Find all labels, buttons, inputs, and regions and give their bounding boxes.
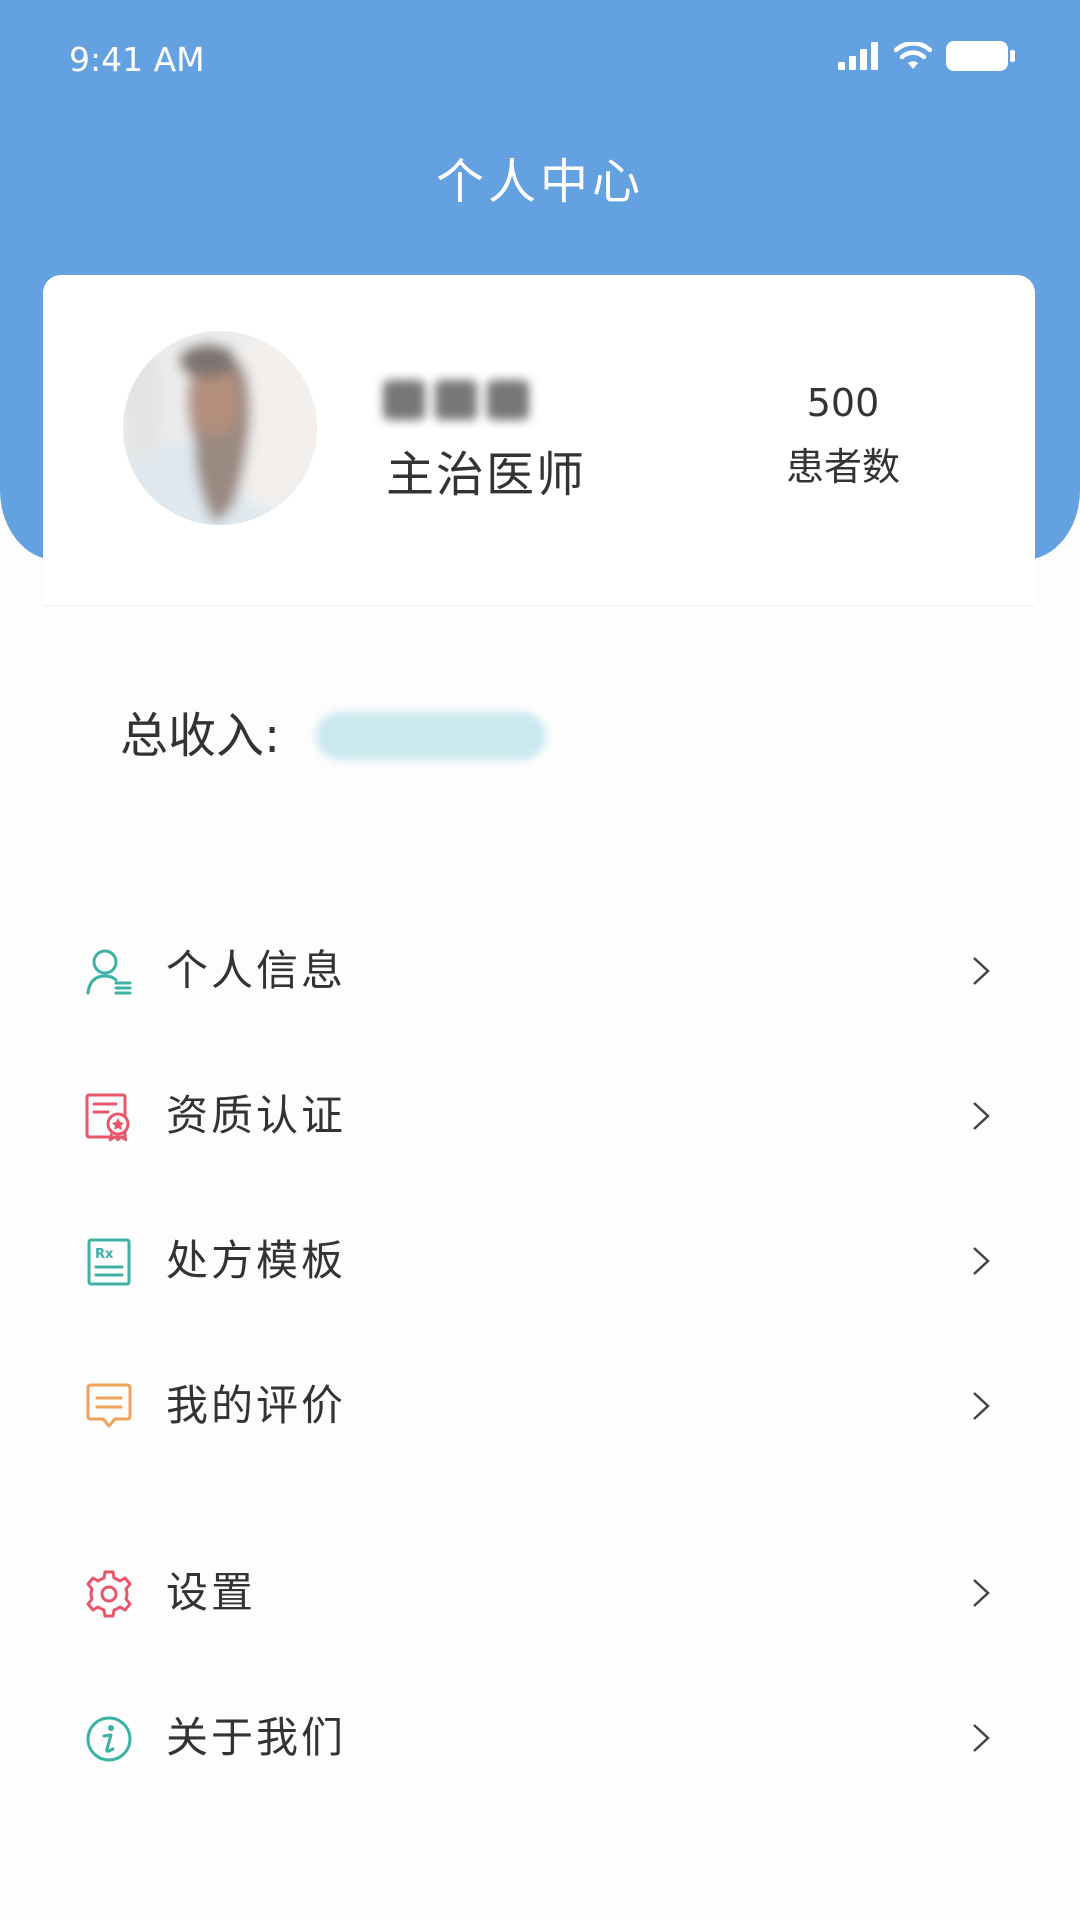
avatar[interactable]	[123, 331, 317, 525]
menu-item-label: 关于我们	[166, 1713, 347, 1762]
patient-count[interactable]: 500	[783, 380, 903, 426]
chevron-right-icon	[973, 1579, 990, 1607]
certificate-icon	[85, 1093, 130, 1142]
chevron-right-icon	[973, 957, 990, 985]
patient-count-label[interactable]: 患者数	[763, 443, 923, 491]
comment-icon	[86, 1383, 132, 1428]
page-title: 个人中心	[435, 154, 644, 210]
menu-item-label: 处方模板	[166, 1236, 347, 1285]
chevron-right-icon	[973, 1724, 990, 1752]
menu-item-settings[interactable]: 设置	[0, 1538, 1080, 1648]
total-income-value-redacted	[316, 712, 546, 760]
menu-item-my-reviews[interactable]: 我的评价	[0, 1351, 1080, 1461]
signal-icon	[838, 42, 878, 70]
info-icon	[86, 1716, 132, 1762]
chevron-right-icon	[973, 1247, 990, 1275]
person-info-icon	[86, 949, 132, 995]
status-icons	[838, 38, 1016, 74]
menu-item-prescription-template[interactable]: Rx 处方模板	[0, 1206, 1080, 1316]
battery-icon	[946, 41, 1015, 71]
menu-item-label: 设置	[166, 1568, 257, 1617]
avatar-image	[123, 331, 317, 525]
menu-item-about-us[interactable]: 关于我们	[0, 1683, 1080, 1793]
menu-item-label: 个人信息	[166, 946, 347, 995]
total-income-label: 总收入:	[120, 708, 281, 764]
menu-item-qualification[interactable]: 资质认证	[0, 1061, 1080, 1171]
svg-text:Rx: Rx	[95, 1247, 114, 1262]
menu-item-personal-info[interactable]: 个人信息	[0, 916, 1080, 1026]
menu-item-label: 我的评价	[166, 1381, 347, 1430]
gear-icon	[86, 1570, 132, 1618]
chevron-right-icon	[973, 1102, 990, 1130]
menu-item-label: 资质认证	[166, 1091, 347, 1140]
doctor-name-redacted	[383, 375, 553, 425]
prescription-icon: Rx	[87, 1238, 131, 1286]
screen: 9:41 AM 个人中心 主治医师 500 患者数 总收入: 个人信息 资质认证…	[0, 0, 1080, 1920]
profile-card[interactable]: 主治医师 500 患者数	[43, 275, 1035, 606]
doctor-title: 主治医师	[386, 447, 587, 503]
wifi-icon	[894, 42, 932, 69]
chevron-right-icon	[973, 1392, 990, 1420]
status-time: 9:41 AM	[69, 40, 205, 79]
